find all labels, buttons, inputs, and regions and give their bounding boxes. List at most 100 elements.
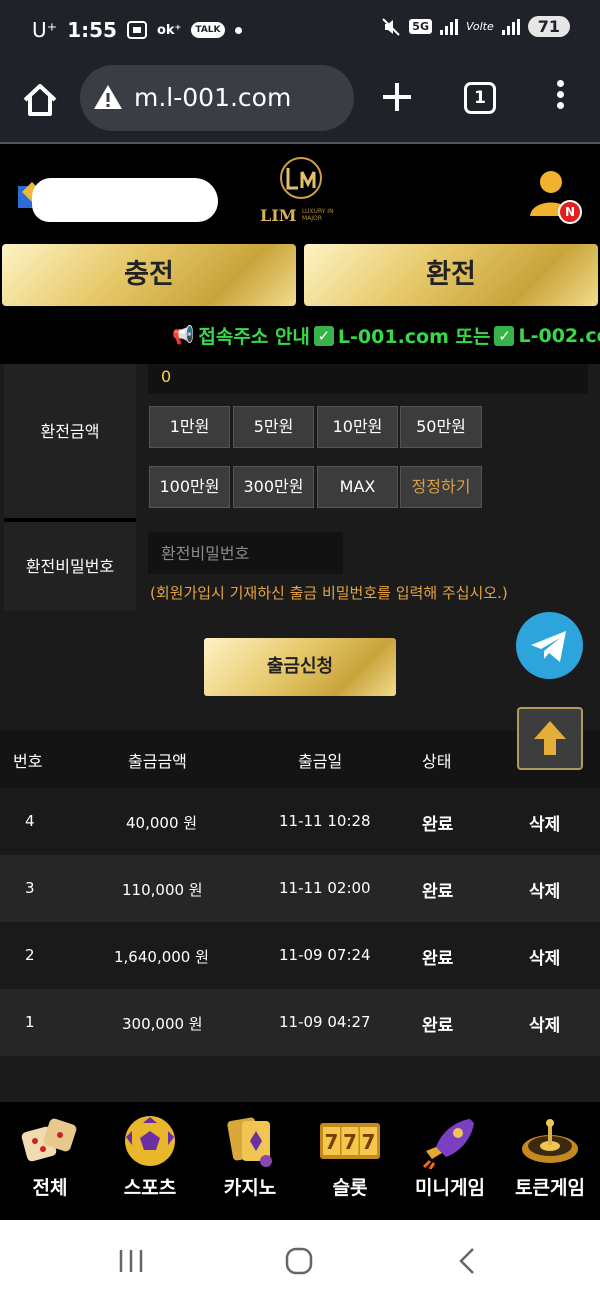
row-amount: 300,000 원 — [122, 1015, 203, 1033]
amount-reset-button[interactable]: 정정하기 — [400, 466, 482, 508]
logo-emblem-icon — [280, 157, 322, 199]
nav-casino[interactable]: 카지노 — [200, 1103, 300, 1220]
header-no: 번호 — [13, 752, 43, 771]
kakaotalk-icon: TALK — [191, 22, 225, 38]
network-type-icon: 5G — [409, 19, 432, 34]
nav-label: 카지노 — [223, 1177, 277, 1199]
site-header: LIM LUXURY IN MAJOR N — [0, 146, 600, 242]
warning-icon[interactable] — [92, 83, 124, 111]
dice-icon — [21, 1118, 77, 1162]
row-date: 11-09 07:24 — [279, 946, 371, 964]
withdraw-history-table: 번호 출금금액 출금일 상태 4 40,000 원 11-11 10:28 완료… — [0, 730, 600, 1102]
svg-text:7: 7 — [325, 1130, 339, 1154]
logo-subtitle: LUXURY IN MAJOR — [302, 208, 334, 222]
nav-slot[interactable]: 777 슬롯 — [300, 1103, 400, 1220]
slot-777-icon: 777 — [320, 1123, 380, 1159]
redacted-username — [32, 178, 218, 222]
table-row: 2 1,640,000 원 11-09 07:24 완료 삭제 — [0, 922, 600, 989]
row-amount: 110,000 원 — [122, 881, 203, 899]
row-date: 11-09 04:27 — [279, 1013, 371, 1031]
table-row: 3 110,000 원 11-11 02:00 완료 삭제 — [0, 855, 600, 922]
marquee-domain-2: L-002.com — [518, 324, 600, 347]
rocket-icon — [422, 1119, 474, 1169]
table-row: 4 40,000 원 11-11 10:28 완료 삭제 — [0, 788, 600, 855]
row-status: 완료 — [422, 882, 454, 902]
amount-10k-button[interactable]: 1만원 — [149, 406, 230, 448]
withdraw-password-input[interactable] — [148, 532, 343, 574]
notification-badge: N — [558, 200, 582, 224]
password-hint: (회원가입시 기재하신 출금 비밀번호를 입력해 주십시오.) — [150, 584, 508, 602]
back-icon[interactable] — [456, 1246, 478, 1276]
battery-icon: 71 — [527, 16, 570, 37]
withdraw-form: 환전금액 환전비밀번호 0 1만원 5만원 10만원 50만원 100만원 30… — [0, 364, 600, 610]
marquee-domain-1: L-001.com 또는 — [337, 326, 491, 348]
amount-max-button[interactable]: MAX — [317, 466, 398, 508]
submit-area: 출금신청 — [0, 610, 600, 730]
more-menu-icon[interactable] — [550, 80, 570, 116]
row-delete-button[interactable]: 삭제 — [529, 944, 560, 969]
nav-label: 토큰게임 — [515, 1177, 585, 1199]
row-status: 완료 — [422, 1016, 454, 1036]
header-date: 출금일 — [298, 752, 343, 771]
recent-apps-icon[interactable] — [118, 1248, 144, 1274]
ok-cashbag-icon: ok⁺ — [156, 22, 182, 38]
home-icon[interactable] — [20, 80, 60, 120]
nav-label: 스포츠 — [123, 1177, 177, 1199]
amount-label: 환전금액 — [4, 364, 136, 518]
telegram-icon — [531, 631, 566, 662]
amount-1m-button[interactable]: 100만원 — [149, 466, 230, 508]
nav-token-game[interactable]: 토큰게임 — [500, 1103, 600, 1220]
amount-100k-button[interactable]: 10만원 — [317, 406, 398, 448]
check-icon: ✓ — [313, 325, 334, 346]
header-status: 상태 — [422, 752, 452, 771]
row-delete-button[interactable]: 삭제 — [529, 1011, 560, 1036]
notice-marquee: 📢 접속주소 안내 ✓ L-001.com 또는 ✓ L-002.com — [0, 312, 600, 364]
amount-50k-button[interactable]: 5만원 — [233, 406, 314, 448]
address-bar[interactable]: m.l-001.com — [80, 65, 354, 131]
scroll-top-button[interactable] — [517, 707, 583, 770]
nav-sports[interactable]: 스포츠 — [100, 1103, 200, 1220]
amount-3m-button[interactable]: 300만원 — [233, 466, 314, 508]
row-date: 11-11 10:28 — [279, 812, 371, 830]
signal-icon — [439, 18, 458, 35]
tab-switcher-button[interactable]: 1 — [464, 82, 496, 114]
svg-text:7: 7 — [343, 1130, 357, 1154]
status-bar: U⁺ 1:55 ok⁺ TALK 5G Volte 71 — [0, 0, 600, 62]
amount-field[interactable]: 0 — [148, 364, 588, 394]
nav-minigame[interactable]: 미니게임 — [400, 1103, 500, 1220]
cards-icon — [227, 1117, 272, 1167]
row-delete-button[interactable]: 삭제 — [529, 810, 560, 835]
carrier-label: U⁺ — [32, 18, 58, 42]
nav-label: 슬롯 — [332, 1177, 368, 1199]
charge-button[interactable]: 충전 — [2, 244, 296, 306]
bottom-nav: 전체 스포츠 카지노 777 슬롯 미니게임 토큰게임 — [0, 1103, 600, 1220]
roulette-icon — [522, 1119, 578, 1163]
browser-toolbar: m.l-001.com 1 — [0, 62, 600, 144]
url-text[interactable]: m.l-001.com — [134, 83, 291, 112]
amount-500k-button[interactable]: 50만원 — [400, 406, 482, 448]
row-no: 2 — [25, 946, 35, 964]
nav-label: 전체 — [32, 1177, 68, 1199]
logo-text: LIM — [260, 206, 297, 225]
row-no: 1 — [25, 1013, 35, 1031]
svg-text:7: 7 — [362, 1130, 376, 1154]
volte-icon: Volte — [465, 20, 494, 33]
nav-all[interactable]: 전체 — [0, 1103, 100, 1220]
telegram-button[interactable] — [516, 612, 583, 679]
table-row: 1 300,000 원 11-09 04:27 완료 삭제 — [0, 989, 600, 1056]
row-status: 완료 — [422, 949, 454, 969]
row-date: 11-11 02:00 — [279, 879, 371, 897]
row-no: 3 — [25, 879, 35, 897]
signal-icon-2 — [501, 18, 520, 35]
profile-button[interactable]: N — [528, 168, 584, 226]
password-label: 환전비밀번호 — [4, 522, 136, 610]
new-tab-icon[interactable] — [380, 80, 414, 114]
site-logo[interactable]: LIM LUXURY IN MAJOR — [258, 154, 344, 234]
row-delete-button[interactable]: 삭제 — [529, 877, 560, 902]
system-navigation-bar — [0, 1220, 600, 1300]
exchange-button[interactable]: 환전 — [304, 244, 598, 306]
screenshot-icon — [126, 21, 147, 39]
row-status: 완료 — [422, 815, 454, 835]
home-nav-icon[interactable] — [284, 1246, 314, 1276]
withdraw-submit-button[interactable]: 출금신청 — [204, 638, 396, 696]
